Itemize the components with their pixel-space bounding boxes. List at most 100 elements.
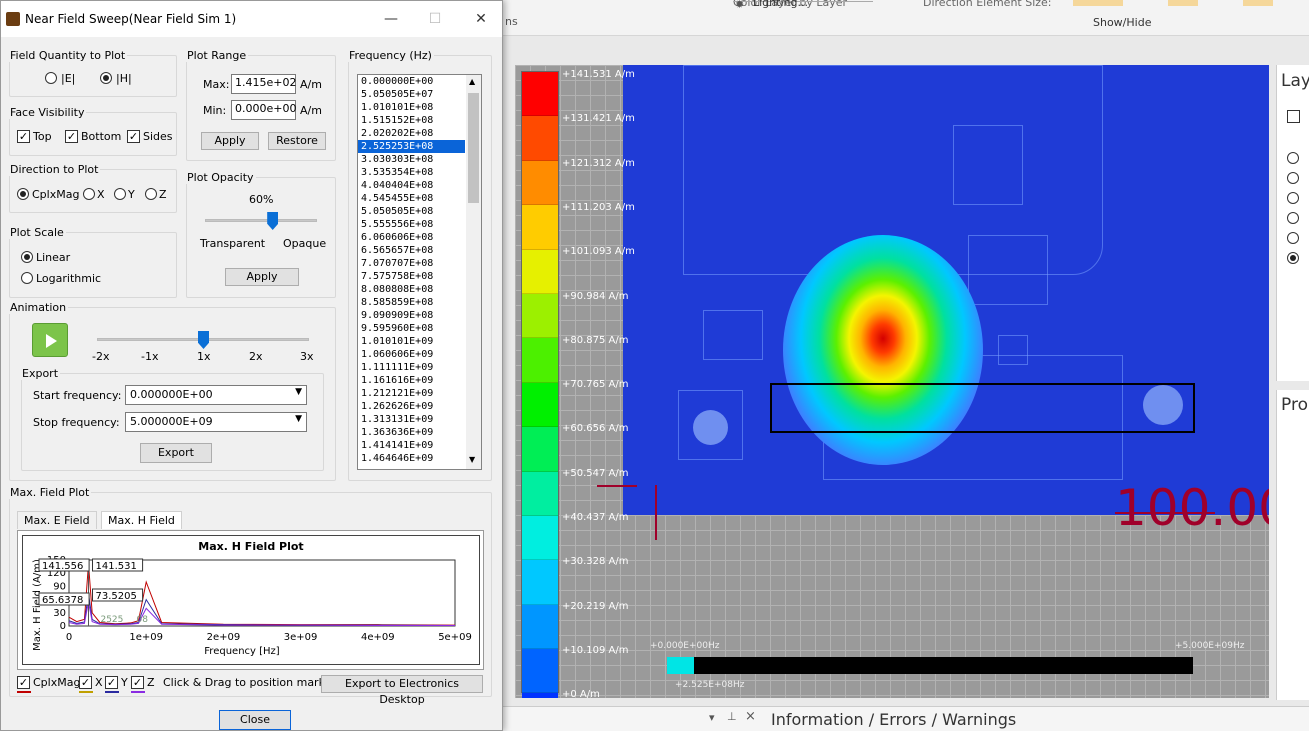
marker-value: 65.6378 — [42, 595, 83, 606]
marker-value: 141.556 — [42, 561, 83, 572]
tab-max-e-field[interactable]: Max. E Field — [17, 511, 97, 529]
max-h-field-plot[interactable]: Max. H Field Plot030609012015001e+092e+0… — [17, 530, 484, 670]
scale-label: +90.984 A/m — [562, 290, 629, 302]
frequency-item[interactable]: 1.212121E+09 — [358, 387, 465, 400]
frequency-item[interactable]: 7.070707E+08 — [358, 257, 465, 270]
frequency-item[interactable]: 4.040404E+08 — [358, 179, 465, 192]
sides-checkbox[interactable]: ✓ — [127, 130, 140, 143]
3d-viewport[interactable]: 100.00 +0.000E+00Hz +5.000E+09Hz +2.525E… — [515, 65, 1269, 698]
cplxmag-checkbox[interactable]: ✓ — [17, 676, 30, 689]
bottom-checkbox[interactable]: ✓ — [65, 130, 78, 143]
layers-checkbox[interactable] — [1287, 110, 1300, 123]
frequency-item[interactable]: 5.555556E+08 — [358, 218, 465, 231]
radio-y[interactable] — [114, 188, 126, 200]
frequency-bar[interactable] — [667, 657, 1193, 674]
max-h-field-chart[interactable]: Max. H Field Plot030609012015001e+092e+0… — [23, 536, 479, 664]
close-button[interactable]: Close — [219, 710, 291, 730]
scroll-up-icon[interactable]: ▲ — [469, 77, 475, 86]
range-restore-button[interactable]: Restore — [268, 132, 326, 150]
radio-h-field[interactable] — [100, 72, 112, 84]
frequency-list[interactable]: 0.000000E+00 5.050505E+07 1.010101E+08 1.51… — [357, 74, 482, 470]
speed-tick: 2x — [249, 350, 263, 363]
frequency-item[interactable]: 1.414141E+09 — [358, 439, 465, 452]
show-hide-swatch-3[interactable] — [1243, 0, 1273, 6]
y-checkbox[interactable]: ✓ — [105, 676, 118, 689]
minimize-icon[interactable]: — — [379, 7, 403, 31]
frequency-item[interactable]: 1.363636E+09 — [358, 426, 465, 439]
radio-linear-label: Linear — [36, 251, 71, 264]
scale-label: +50.547 A/m — [562, 467, 629, 479]
scale-swatch — [522, 427, 558, 472]
start-frequency-select[interactable]: 0.000000E+00 ▼ — [125, 385, 307, 405]
layers-radio-selected[interactable] — [1287, 252, 1299, 264]
frequency-item[interactable]: 4.545455E+08 — [358, 192, 465, 205]
plot-scale-legend: Plot Scale — [10, 226, 64, 239]
scroll-thumb[interactable] — [468, 93, 479, 203]
layers-radio[interactable] — [1287, 232, 1299, 244]
frequency-scrollbar[interactable]: ▲ ▼ — [466, 75, 481, 469]
frequency-item[interactable]: 1.161616E+09 — [358, 374, 465, 387]
radio-logarithmic[interactable] — [21, 272, 33, 284]
frequency-item[interactable]: 0.000000E+00 — [358, 75, 465, 88]
frequency-item[interactable]: 6.565657E+08 — [358, 244, 465, 257]
radio-z[interactable] — [145, 188, 157, 200]
frequency-item[interactable]: 1.010101E+09 — [358, 335, 465, 348]
layers-radio[interactable] — [1287, 192, 1299, 204]
z-checkbox[interactable]: ✓ — [131, 676, 144, 689]
play-button[interactable] — [32, 323, 68, 357]
show-hide-swatch-2[interactable] — [1168, 0, 1198, 6]
radio-x[interactable] — [83, 188, 95, 200]
dialog-titlebar[interactable]: Near Field Sweep(Near Field Sim 1) — ☐ ✕ — [1, 1, 502, 37]
pin-icon[interactable]: ⊥ — [727, 710, 737, 723]
y-label: Y — [121, 676, 128, 689]
export-to-edt-button[interactable]: Export to Electronics Desktop — [321, 675, 483, 706]
ribbon-stub-label: ns — [505, 15, 518, 28]
frequency-item[interactable]: 1.111111E+09 — [358, 361, 465, 374]
show-hide-swatch-1[interactable] — [1073, 0, 1123, 6]
radio-linear[interactable] — [21, 251, 33, 263]
frequency-item[interactable]: 7.575758E+08 — [358, 270, 465, 283]
scale-label: +101.093 A/m — [562, 246, 635, 258]
layers-radio[interactable] — [1287, 212, 1299, 224]
x-checkbox[interactable]: ✓ — [79, 676, 92, 689]
export-button[interactable]: Export — [140, 443, 212, 463]
frequency-cursor[interactable] — [667, 657, 694, 674]
chip-outline — [953, 125, 1023, 205]
frequency-item[interactable]: 3.030303E+08 — [358, 153, 465, 166]
min-input[interactable]: 0.000e+00 — [231, 100, 296, 120]
stop-frequency-select[interactable]: 5.000000E+09 ▼ — [125, 412, 307, 432]
close-icon[interactable]: ✕ — [469, 7, 493, 31]
frequency-item[interactable]: 3.535354E+08 — [358, 166, 465, 179]
frequency-item[interactable]: 1.515152E+08 — [358, 114, 465, 127]
frequency-item[interactable]: 9.090909E+08 — [358, 309, 465, 322]
opacity-slider-track[interactable] — [205, 219, 317, 222]
x-tick-label: 5e+09 — [438, 632, 472, 643]
radio-cplxmag[interactable] — [17, 188, 29, 200]
frequency-item[interactable]: 8.585859E+08 — [358, 296, 465, 309]
frequency-item[interactable]: 5.050505E+08 — [358, 205, 465, 218]
lighting-button[interactable]: Lighting... — [753, 0, 808, 9]
frequency-item[interactable]: 1.060606E+09 — [358, 348, 465, 361]
top-checkbox[interactable]: ✓ — [17, 130, 30, 143]
dropdown-arrow-icon[interactable]: ▾ — [709, 711, 715, 724]
frequency-item[interactable]: 1.313131E+09 — [358, 413, 465, 426]
layers-radio[interactable] — [1287, 152, 1299, 164]
layers-radio[interactable] — [1287, 172, 1299, 184]
close-icon[interactable]: × — [745, 709, 756, 724]
opacity-apply-button[interactable]: Apply — [225, 268, 299, 286]
frequency-item[interactable]: 2.020202E+08 — [358, 127, 465, 140]
frequency-item[interactable]: 1.464646E+09 — [358, 452, 465, 465]
frequency-item[interactable]: 1.262626E+09 — [358, 400, 465, 413]
radio-e-field[interactable] — [45, 72, 57, 84]
range-apply-button[interactable]: Apply — [201, 132, 259, 150]
scroll-down-icon[interactable]: ▼ — [469, 455, 475, 464]
tab-max-h-field[interactable]: Max. H Field — [101, 511, 182, 529]
max-input[interactable]: 1.415e+02 — [231, 74, 296, 94]
frequency-item[interactable]: 2.525253E+08 — [358, 140, 465, 153]
frequency-item[interactable]: 8.080808E+08 — [358, 283, 465, 296]
frequency-item[interactable]: 5.050505E+07 — [358, 88, 465, 101]
maximize-icon[interactable]: ☐ — [423, 7, 447, 31]
frequency-item[interactable]: 9.595960E+08 — [358, 322, 465, 335]
frequency-item[interactable]: 1.010101E+08 — [358, 101, 465, 114]
frequency-item[interactable]: 6.060606E+08 — [358, 231, 465, 244]
